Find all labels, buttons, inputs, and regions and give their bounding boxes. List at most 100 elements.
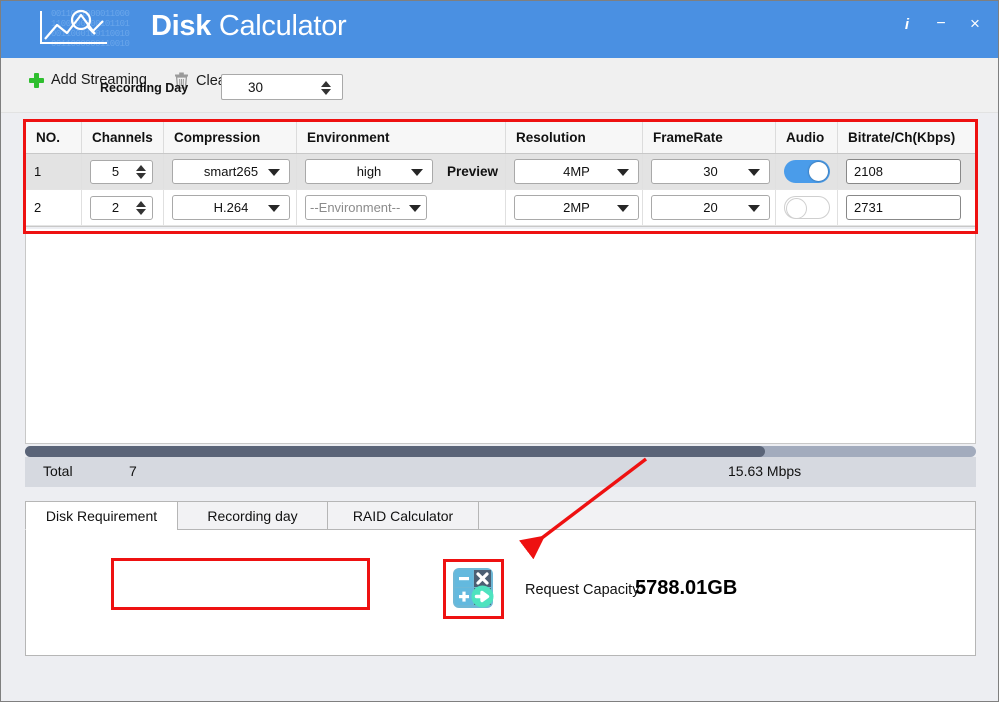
column-header-resolution: Resolution <box>506 122 643 153</box>
preview-label[interactable]: Preview <box>447 164 498 179</box>
column-header-bitrate: Bitrate/Ch(Kbps) <box>848 130 956 145</box>
table-header-row: NO. Channels Compression Environment Res… <box>26 122 975 154</box>
app-title-light: Calculator <box>211 10 347 42</box>
chart-magnifier-icon <box>40 9 107 44</box>
column-header-audio: Audio <box>776 122 838 153</box>
stepper-up-icon <box>321 80 331 87</box>
recording-day-stepper-arrows[interactable] <box>321 78 332 97</box>
chevron-down-icon <box>748 169 760 176</box>
recording-day-stepper[interactable]: 30 <box>221 74 343 100</box>
plus-icon <box>29 72 44 88</box>
bitrate-input[interactable]: 2108 <box>846 159 961 184</box>
stepper-down-icon <box>136 173 146 179</box>
info-button[interactable]: i <box>890 11 924 37</box>
framerate-cell: 20 <box>643 190 776 225</box>
environment-cell: high Preview <box>297 154 506 189</box>
resolution-value: 2MP <box>563 200 590 215</box>
compression-cell: H.264 <box>164 190 297 225</box>
stepper-up-icon <box>136 201 146 207</box>
close-button[interactable]: × <box>958 11 992 37</box>
bitrate-input[interactable]: 2731 <box>846 195 961 220</box>
audio-cell <box>776 190 838 225</box>
column-header-channels: Channels <box>82 122 164 153</box>
resolution-select[interactable]: 4MP <box>514 159 639 184</box>
total-bar: Total 7 15.63 Mbps <box>25 457 976 487</box>
table-row: 1 5 smart265 high Preview 4MP 30 2108 <box>26 154 975 190</box>
stepper-down-icon <box>136 209 146 215</box>
total-bandwidth: 15.63 Mbps <box>728 463 802 479</box>
title-bar: 0011001000011000 1100100000101101 001100… <box>1 1 998 58</box>
column-header-environment: Environment <box>297 122 506 153</box>
bitrate-value: 2108 <box>854 164 883 179</box>
window-controls: i − × <box>890 11 992 37</box>
column-header-no: NO. <box>26 122 82 153</box>
audio-toggle[interactable] <box>784 160 830 183</box>
channels-stepper-arrows[interactable] <box>136 199 147 218</box>
recording-day-label: Recording Day <box>100 81 189 95</box>
compression-select[interactable]: smart265 <box>172 159 290 184</box>
grid-empty-area <box>25 229 976 444</box>
chevron-down-icon <box>409 205 421 212</box>
row-number: 1 <box>26 154 82 189</box>
tab-raid-calculator[interactable]: RAID Calculator <box>327 501 478 530</box>
compression-select[interactable]: H.264 <box>172 195 290 220</box>
bitrate-cell: 2108 <box>838 154 975 189</box>
scrollbar-thumb[interactable] <box>25 446 765 457</box>
chevron-down-icon <box>617 205 629 212</box>
row-number: 2 <box>26 190 82 225</box>
audio-cell <box>776 154 838 189</box>
horizontal-scrollbar[interactable] <box>25 446 976 457</box>
request-capacity-label: Request Capacity: <box>525 582 644 598</box>
environment-value: high <box>356 164 382 179</box>
bitrate-cell: 2731 <box>838 190 975 225</box>
compression-value: smart265 <box>203 164 259 179</box>
compression-cell: smart265 <box>164 154 297 189</box>
tab-strip: Disk Requirement Recording day RAID Calc… <box>25 501 976 530</box>
app-title: Disk Calculator <box>151 10 347 43</box>
channels-stepper[interactable]: 2 <box>90 195 153 220</box>
toggle-knob <box>786 198 807 219</box>
app-window: 0011001000011000 1100100000101101 001100… <box>0 0 999 702</box>
column-header-framerate: FrameRate <box>643 122 776 153</box>
toggle-knob <box>809 162 828 181</box>
chevron-down-icon <box>268 205 280 212</box>
framerate-select[interactable]: 30 <box>651 159 770 184</box>
tab-disk-requirement[interactable]: Disk Requirement <box>25 501 177 530</box>
resolution-cell: 2MP <box>506 190 643 225</box>
environment-cell: --Environment-- <box>297 190 506 225</box>
calculator-icon[interactable] <box>451 566 495 610</box>
tab-recording-day[interactable]: Recording day <box>177 501 327 530</box>
channels-stepper-arrows[interactable] <box>136 163 147 182</box>
total-label: Total <box>43 463 73 479</box>
chevron-down-icon <box>748 205 760 212</box>
bottom-tab-panel: Disk Requirement Recording day RAID Calc… <box>25 501 976 656</box>
minimize-button[interactable]: − <box>924 11 958 37</box>
chevron-down-icon <box>617 169 629 176</box>
framerate-cell: 30 <box>643 154 776 189</box>
total-channels: 7 <box>129 463 137 479</box>
stepper-down-icon <box>321 88 331 95</box>
streaming-table: NO. Channels Compression Environment Res… <box>25 121 976 227</box>
tab-strip-filler <box>478 501 976 530</box>
framerate-value: 30 <box>703 164 718 179</box>
framerate-select[interactable]: 20 <box>651 195 770 220</box>
chevron-down-icon <box>411 169 423 176</box>
compression-value: H.264 <box>213 200 249 215</box>
environment-value: --Environment-- <box>310 200 401 215</box>
audio-toggle[interactable] <box>784 196 830 219</box>
resolution-value: 4MP <box>563 164 590 179</box>
app-logo: 0011001000011000 1100100000101101 001100… <box>37 7 153 51</box>
channels-cell: 5 <box>82 154 164 189</box>
environment-select[interactable]: --Environment-- <box>305 195 427 220</box>
resolution-select[interactable]: 2MP <box>514 195 639 220</box>
framerate-value: 20 <box>703 200 718 215</box>
chevron-down-icon <box>268 169 280 176</box>
resolution-cell: 4MP <box>506 154 643 189</box>
tab-content-disk-requirement <box>25 529 976 656</box>
channels-stepper[interactable]: 5 <box>90 159 153 184</box>
request-capacity-value: 5788.01GB <box>635 577 738 599</box>
column-header-compression: Compression <box>164 122 297 153</box>
bitrate-value: 2731 <box>854 200 883 215</box>
stepper-up-icon <box>136 165 146 171</box>
environment-select[interactable]: high <box>305 159 433 184</box>
